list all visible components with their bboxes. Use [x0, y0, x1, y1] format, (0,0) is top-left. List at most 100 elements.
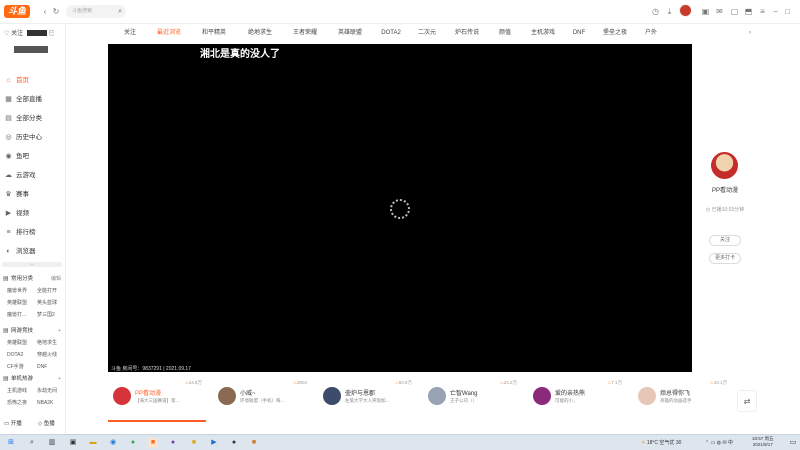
- edge-icon[interactable]: ◉: [108, 438, 118, 448]
- sidebar-item-0[interactable]: ⌂ 首页: [0, 72, 65, 89]
- fishplay-button[interactable]: ◇ 鱼播: [38, 418, 55, 430]
- chrome-icon[interactable]: ●: [128, 438, 138, 448]
- section-item[interactable]: 梦三国2: [37, 310, 67, 320]
- weather-widget[interactable]: ☀ 18°C 空气优 30: [641, 438, 681, 448]
- gift-icon[interactable]: ▣: [700, 6, 711, 17]
- app-logo[interactable]: 斗鱼: [4, 5, 30, 18]
- section-header[interactable]: ▤ 常用分类 编辑: [0, 274, 65, 284]
- category-tab[interactable]: 炉石传说: [448, 26, 486, 40]
- maximize-icon[interactable]: □: [782, 6, 793, 17]
- anchor-name[interactable]: PP看动漫: [693, 185, 757, 194]
- section-action[interactable]: +: [58, 374, 61, 384]
- task-view-icon[interactable]: ▥: [47, 438, 57, 448]
- sidebar-item-7[interactable]: ▶ 视频: [0, 205, 65, 222]
- notification-icon[interactable]: ▭: [788, 438, 798, 448]
- app-icon-blue[interactable]: ▶: [209, 438, 219, 448]
- category-tab[interactable]: 关注: [116, 26, 144, 40]
- mail-icon[interactable]: ✉: [714, 6, 725, 17]
- skin-icon[interactable]: ⬒: [743, 6, 754, 17]
- douyu-taskbar-icon[interactable]: ■: [148, 438, 158, 448]
- anchor-avatar[interactable]: [711, 152, 738, 179]
- follow-row[interactable]: ♡ 关注 已: [4, 28, 54, 37]
- category-tab[interactable]: 主机游戏: [524, 26, 562, 40]
- recommend-card[interactable]: 烦总得你飞 英雄的动画选手 ♨10.1万: [633, 377, 731, 422]
- sidebar-item-9[interactable]: ◐ 浏览器: [0, 243, 65, 260]
- section-item[interactable]: 全能打开: [37, 286, 67, 296]
- refresh-recommend-icon[interactable]: ⇄: [737, 390, 757, 412]
- section-item[interactable]: DNF: [37, 362, 67, 372]
- video-player[interactable]: 湘北是真的没人了 斗鱼 房间号：9837291 | 2021.09.17: [108, 44, 692, 372]
- section-item[interactable]: NBA2K: [37, 398, 67, 408]
- section-header[interactable]: ▤ 网游竞技 +: [0, 326, 65, 336]
- refresh-icon[interactable]: ↻: [51, 6, 61, 17]
- category-tab[interactable]: 颜值: [492, 26, 518, 40]
- section-item[interactable]: 绝地求生: [37, 338, 67, 348]
- recommend-hot-value: 60.8万: [398, 380, 412, 385]
- broadcast-label: 开播: [10, 421, 22, 427]
- share-button[interactable]: 更多打卡: [709, 253, 741, 264]
- section-header[interactable]: ▤ 单机热游 +: [0, 374, 65, 384]
- category-tab[interactable]: DOTA2: [376, 26, 406, 40]
- section-item[interactable]: DOTA2: [7, 350, 37, 360]
- collapse-icon[interactable]: ︿: [2, 262, 62, 267]
- section-action[interactable]: 编辑: [51, 274, 61, 284]
- category-more-icon[interactable]: ›: [744, 26, 756, 40]
- recommend-card[interactable]: 爱的亲热熊 可能的小， ♨7.1万: [528, 377, 626, 422]
- section-item[interactable]: 魔兽世界: [7, 286, 37, 296]
- folder-icon[interactable]: ▬: [88, 438, 98, 448]
- search-input[interactable]: 斗鱼搜索 ⌕: [66, 5, 126, 18]
- category-tab[interactable]: DNF: [568, 26, 590, 40]
- tray-icons[interactable]: ⌃ ▭ ◍ ✉ 中: [705, 438, 733, 448]
- section-item[interactable]: 永劫无间: [37, 386, 67, 396]
- section-item[interactable]: 英雄联盟: [7, 298, 37, 308]
- minimize-icon[interactable]: –: [770, 6, 781, 17]
- category-tab[interactable]: 二次元: [412, 26, 442, 40]
- sidebar-item-4[interactable]: ◉ 鱼吧: [0, 148, 65, 165]
- sidebar-item-3[interactable]: ◎ 历史中心: [0, 129, 65, 146]
- category-tab[interactable]: 和平精英: [194, 26, 234, 40]
- section-item[interactable]: 穿越火线: [37, 350, 67, 360]
- section-item[interactable]: 英雄联盟: [7, 338, 37, 348]
- category-tab[interactable]: 堡垒之夜: [596, 26, 634, 40]
- app-icon-yellow[interactable]: ■: [189, 438, 199, 448]
- section-item[interactable]: 恐怖之夜: [7, 398, 37, 408]
- menu-icon[interactable]: ≡: [757, 6, 768, 17]
- recommend-card[interactable]: 小威~ 环境联盟（手机）每... ♨2604: [213, 377, 311, 422]
- app-icon-purple[interactable]: ●: [168, 438, 178, 448]
- section-item[interactable]: 魔兽打...: [7, 310, 37, 320]
- widget-icon[interactable]: ▣: [68, 438, 78, 448]
- download-icon[interactable]: ⤓: [664, 6, 675, 17]
- app-icon-orange[interactable]: ■: [249, 438, 259, 448]
- section-item[interactable]: CF手游: [7, 362, 37, 372]
- category-tab[interactable]: 王者荣耀: [286, 26, 324, 40]
- sidebar-item-8[interactable]: ≡ 排行榜: [0, 224, 65, 241]
- app-window: 斗鱼 ‹ ↻ 斗鱼搜索 ⌕ ◷ ⤓ ▣ ✉ ▢ ⬒ ≡ – □ ♡ 关注 已 ⌂…: [0, 0, 800, 450]
- recommend-card[interactable]: 亡智Wang 王子公司（） ♨24.2万: [423, 377, 521, 422]
- sidebar-item-6[interactable]: ♛ 赛事: [0, 186, 65, 203]
- category-tab[interactable]: 最近浏览: [150, 26, 188, 40]
- search-icon[interactable]: ⌕: [118, 5, 122, 18]
- recommend-avatar: [113, 387, 131, 405]
- sidebar-item-2[interactable]: ▤ 全部分类: [0, 110, 65, 127]
- back-icon[interactable]: ‹: [40, 6, 50, 17]
- broadcast-button[interactable]: ▭ 开播: [4, 418, 22, 430]
- follow-button[interactable]: 关注: [709, 235, 741, 246]
- recommend-name: 壶炉与恩郡: [345, 391, 376, 397]
- system-clock[interactable]: 18:57 周五 2021/9/17: [752, 436, 774, 448]
- sidebar-item-5[interactable]: ☁ 云游戏: [0, 167, 65, 184]
- category-tab[interactable]: 户外: [640, 26, 662, 40]
- recommend-card[interactable]: 壶炉与恩郡 左旅大学大人突现如... ♨60.8万: [318, 377, 416, 422]
- section-item[interactable]: 英头蓝球: [37, 298, 67, 308]
- section-item[interactable]: 主机游戏: [7, 386, 37, 396]
- clock-icon[interactable]: ◷: [650, 6, 661, 17]
- recommend-card[interactable]: PP看动漫 【海大三国赛道】第... ♨24.8万: [108, 377, 206, 422]
- app-icon-dark[interactable]: ●: [229, 438, 239, 448]
- sidebar-item-1[interactable]: ▦ 全部直播: [0, 91, 65, 108]
- search-icon[interactable]: ⌕: [27, 438, 37, 448]
- start-icon[interactable]: ⊞: [6, 438, 16, 448]
- section-action[interactable]: +: [58, 326, 61, 336]
- category-tab[interactable]: 英雄联盟: [330, 26, 370, 40]
- user-avatar[interactable]: [679, 4, 692, 17]
- bag-icon[interactable]: ▢: [729, 6, 740, 17]
- category-tab[interactable]: 绝地求生: [240, 26, 280, 40]
